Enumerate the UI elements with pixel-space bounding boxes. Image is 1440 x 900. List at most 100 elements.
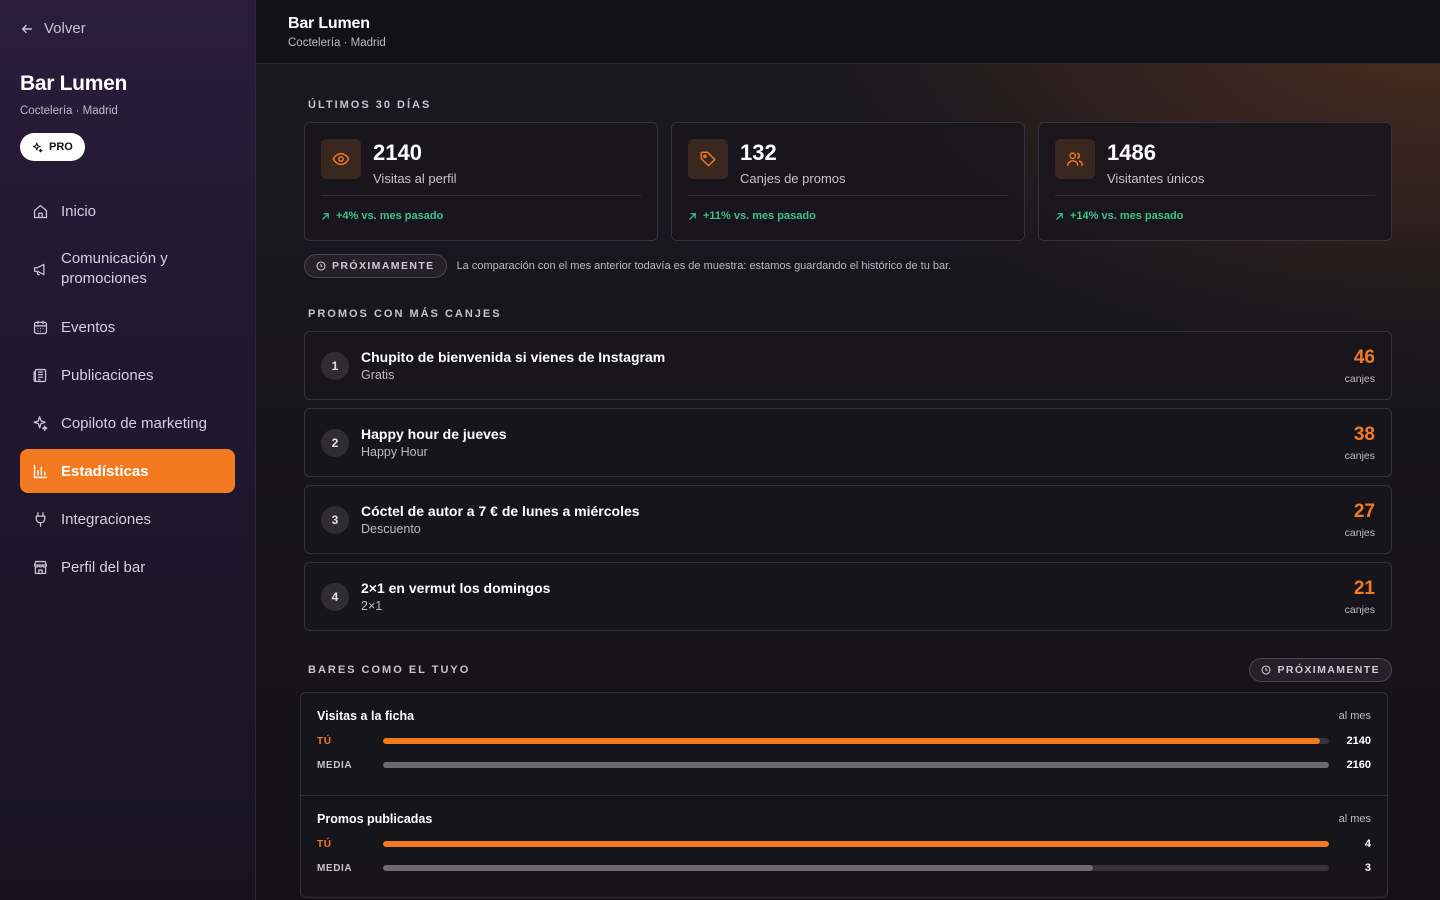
benchmark-bar-average: MEDIA 2160 [317, 759, 1371, 771]
stat-label: Visitantes únicos [1107, 171, 1205, 186]
nav-item-label: Eventos [61, 318, 116, 336]
bar-label-you: TÚ [317, 735, 332, 747]
eye-icon [332, 152, 350, 166]
nav-item-inicio[interactable]: Inicio [20, 189, 235, 233]
bar-track [383, 865, 1329, 871]
stat-icon-wrap [321, 139, 361, 179]
bar-fill-average [383, 865, 1093, 871]
list-item[interactable]: 1 Chupito de bienvenida si vienes de Ins… [304, 331, 1392, 400]
trend-up-icon [1056, 212, 1063, 220]
nav-item-estadisticas[interactable]: Estadísticas [20, 449, 235, 493]
stat-trend-label: +4% vs. mes pasado [336, 210, 444, 222]
promo-rank: 1 [321, 351, 349, 380]
list-item[interactable]: 3 Cóctel de autor a 7 € de lunes a miérc… [304, 485, 1392, 554]
users-icon [1067, 152, 1083, 167]
benchmark-header: Bares como el tuyo PRÓXIMAMENTE [304, 658, 1392, 682]
promo-count-unit: canjes [1344, 449, 1375, 462]
stat-trend: +11% vs. mes pasado [688, 210, 1008, 222]
trend-up-icon [689, 212, 696, 220]
nav-item-label: Inicio [61, 202, 97, 220]
promo-count-unit: canjes [1344, 372, 1375, 385]
stat-icon-wrap [688, 139, 728, 179]
page-title: Bar Lumen [288, 15, 370, 32]
tag-icon [700, 151, 716, 167]
bar-fill-you [383, 738, 1321, 744]
pro-badge: PRO [20, 133, 85, 161]
promo-rank: 3 [321, 505, 349, 534]
section-label-similar-bars: Bares como el tuyo [308, 664, 471, 676]
back-link[interactable]: Volver [20, 20, 86, 37]
benchmark-bar-average: MEDIA 3 [317, 862, 1371, 874]
bar-fill-average [383, 762, 1329, 768]
nav-item-label: Estadísticas [61, 462, 149, 480]
coming-soon-note: La comparación con el mes anterior todav… [456, 260, 952, 272]
nav-item-copiloto[interactable]: Copiloto de marketing [20, 401, 235, 445]
back-label: Volver [44, 20, 86, 37]
nav-item-perfil[interactable]: Perfil del bar [20, 545, 235, 589]
stat-icon-wrap [1055, 139, 1095, 179]
promo-count: 21 [1353, 577, 1375, 599]
promo-rank: 2 [321, 428, 349, 457]
promo-title: 2×1 en vermut los domingos [361, 580, 551, 596]
benchmark-metric: Visitas a la ficha al mes TÚ 2140 MEDIA … [301, 693, 1387, 795]
topbar: Bar Lumen Coctelería · Madrid [256, 0, 1440, 64]
stat-trend: +4% vs. mes pasado [321, 210, 641, 222]
pro-badge-label: PRO [49, 141, 73, 153]
top-promos-list: 1 Chupito de bienvenida si vienes de Ins… [304, 331, 1392, 639]
promo-count-unit: canjes [1344, 526, 1375, 539]
plug-icon [35, 511, 46, 527]
benchmark-bar-you: TÚ 2140 [317, 735, 1371, 747]
nav-item-integraciones[interactable]: Integraciones [20, 497, 235, 541]
promo-count: 38 [1353, 423, 1375, 445]
stat-card-unique-visitors: 1486 Visitantes únicos +14% vs. mes pasa… [1038, 122, 1392, 241]
coming-soon-label: PRÓXIMAMENTE [332, 260, 435, 272]
nav-item-label: Perfil del bar [61, 558, 146, 576]
nav-item-comunicacion[interactable]: Comunicación y promociones [20, 237, 235, 301]
bar-value-you: 4 [1364, 838, 1371, 850]
benchmark-metric-unit: al mes [1338, 710, 1371, 722]
section-label-top-promos: Promos con más canjes [308, 308, 502, 320]
benchmark-metric-unit: al mes [1338, 813, 1371, 825]
nav-item-eventos[interactable]: Eventos [20, 305, 235, 349]
bar-value-average: 3 [1364, 862, 1371, 874]
store-icon [33, 560, 48, 574]
clock-icon [1261, 665, 1271, 675]
app-root: Volver Bar Lumen Coctelería · Madrid PRO… [0, 0, 1440, 900]
bar-track [383, 738, 1329, 744]
promo-title: Happy hour de jueves [361, 426, 507, 442]
bar-label-average: MEDIA [317, 862, 353, 874]
bar-subtitle: Coctelería · Madrid [20, 105, 118, 117]
promo-type: Happy Hour [361, 445, 428, 459]
stat-cards: 2140 Visitas al perfil +4% vs. mes pasad… [304, 122, 1392, 241]
bar-name: Bar Lumen [20, 72, 127, 95]
list-item[interactable]: 4 2×1 en vermut los domingos 2×1 21 canj… [304, 562, 1392, 631]
sidebar-nav: Inicio Comunicación y promociones Evento… [20, 189, 235, 593]
bar-value-you: 2140 [1346, 735, 1371, 747]
sidebar: Volver Bar Lumen Coctelería · Madrid PRO… [0, 0, 256, 900]
coming-soon-row: PRÓXIMAMENTE La comparación con el mes a… [304, 254, 951, 278]
promo-title: Chupito de bienvenida si vienes de Insta… [361, 349, 666, 365]
sparkles-icon [32, 142, 43, 152]
nav-item-label: Copiloto de marketing [61, 414, 207, 432]
list-item[interactable]: 2 Happy hour de jueves Happy Hour 38 can… [304, 408, 1392, 477]
home-icon [33, 204, 48, 218]
stat-value: 1486 [1107, 140, 1156, 165]
clock-icon [316, 261, 326, 271]
bar-fill-you [383, 841, 1329, 847]
coming-soon-label: PRÓXIMAMENTE [1277, 664, 1380, 676]
bar-chart-icon [33, 464, 48, 478]
newspaper-icon [33, 368, 47, 382]
nav-item-publicaciones[interactable]: Publicaciones [20, 353, 235, 397]
main-panel: Bar Lumen Coctelería · Madrid Últimos 30… [256, 0, 1440, 900]
stat-trend: +14% vs. mes pasado [1055, 210, 1375, 222]
sparkles-icon [33, 415, 48, 431]
promo-count: 46 [1353, 346, 1375, 368]
stat-card-promo-redemptions: 132 Canjes de promos +11% vs. mes pasado [671, 122, 1025, 241]
stat-label: Visitas al perfil [373, 171, 457, 186]
benchmark-metric-title: Promos publicadas [317, 812, 433, 826]
promo-type: Descuento [361, 522, 421, 536]
promo-count-unit: canjes [1344, 603, 1375, 616]
benchmark-metric-title: Visitas a la ficha [317, 709, 415, 723]
megaphone-icon [33, 263, 45, 275]
page-subtitle: Coctelería · Madrid [288, 37, 386, 49]
